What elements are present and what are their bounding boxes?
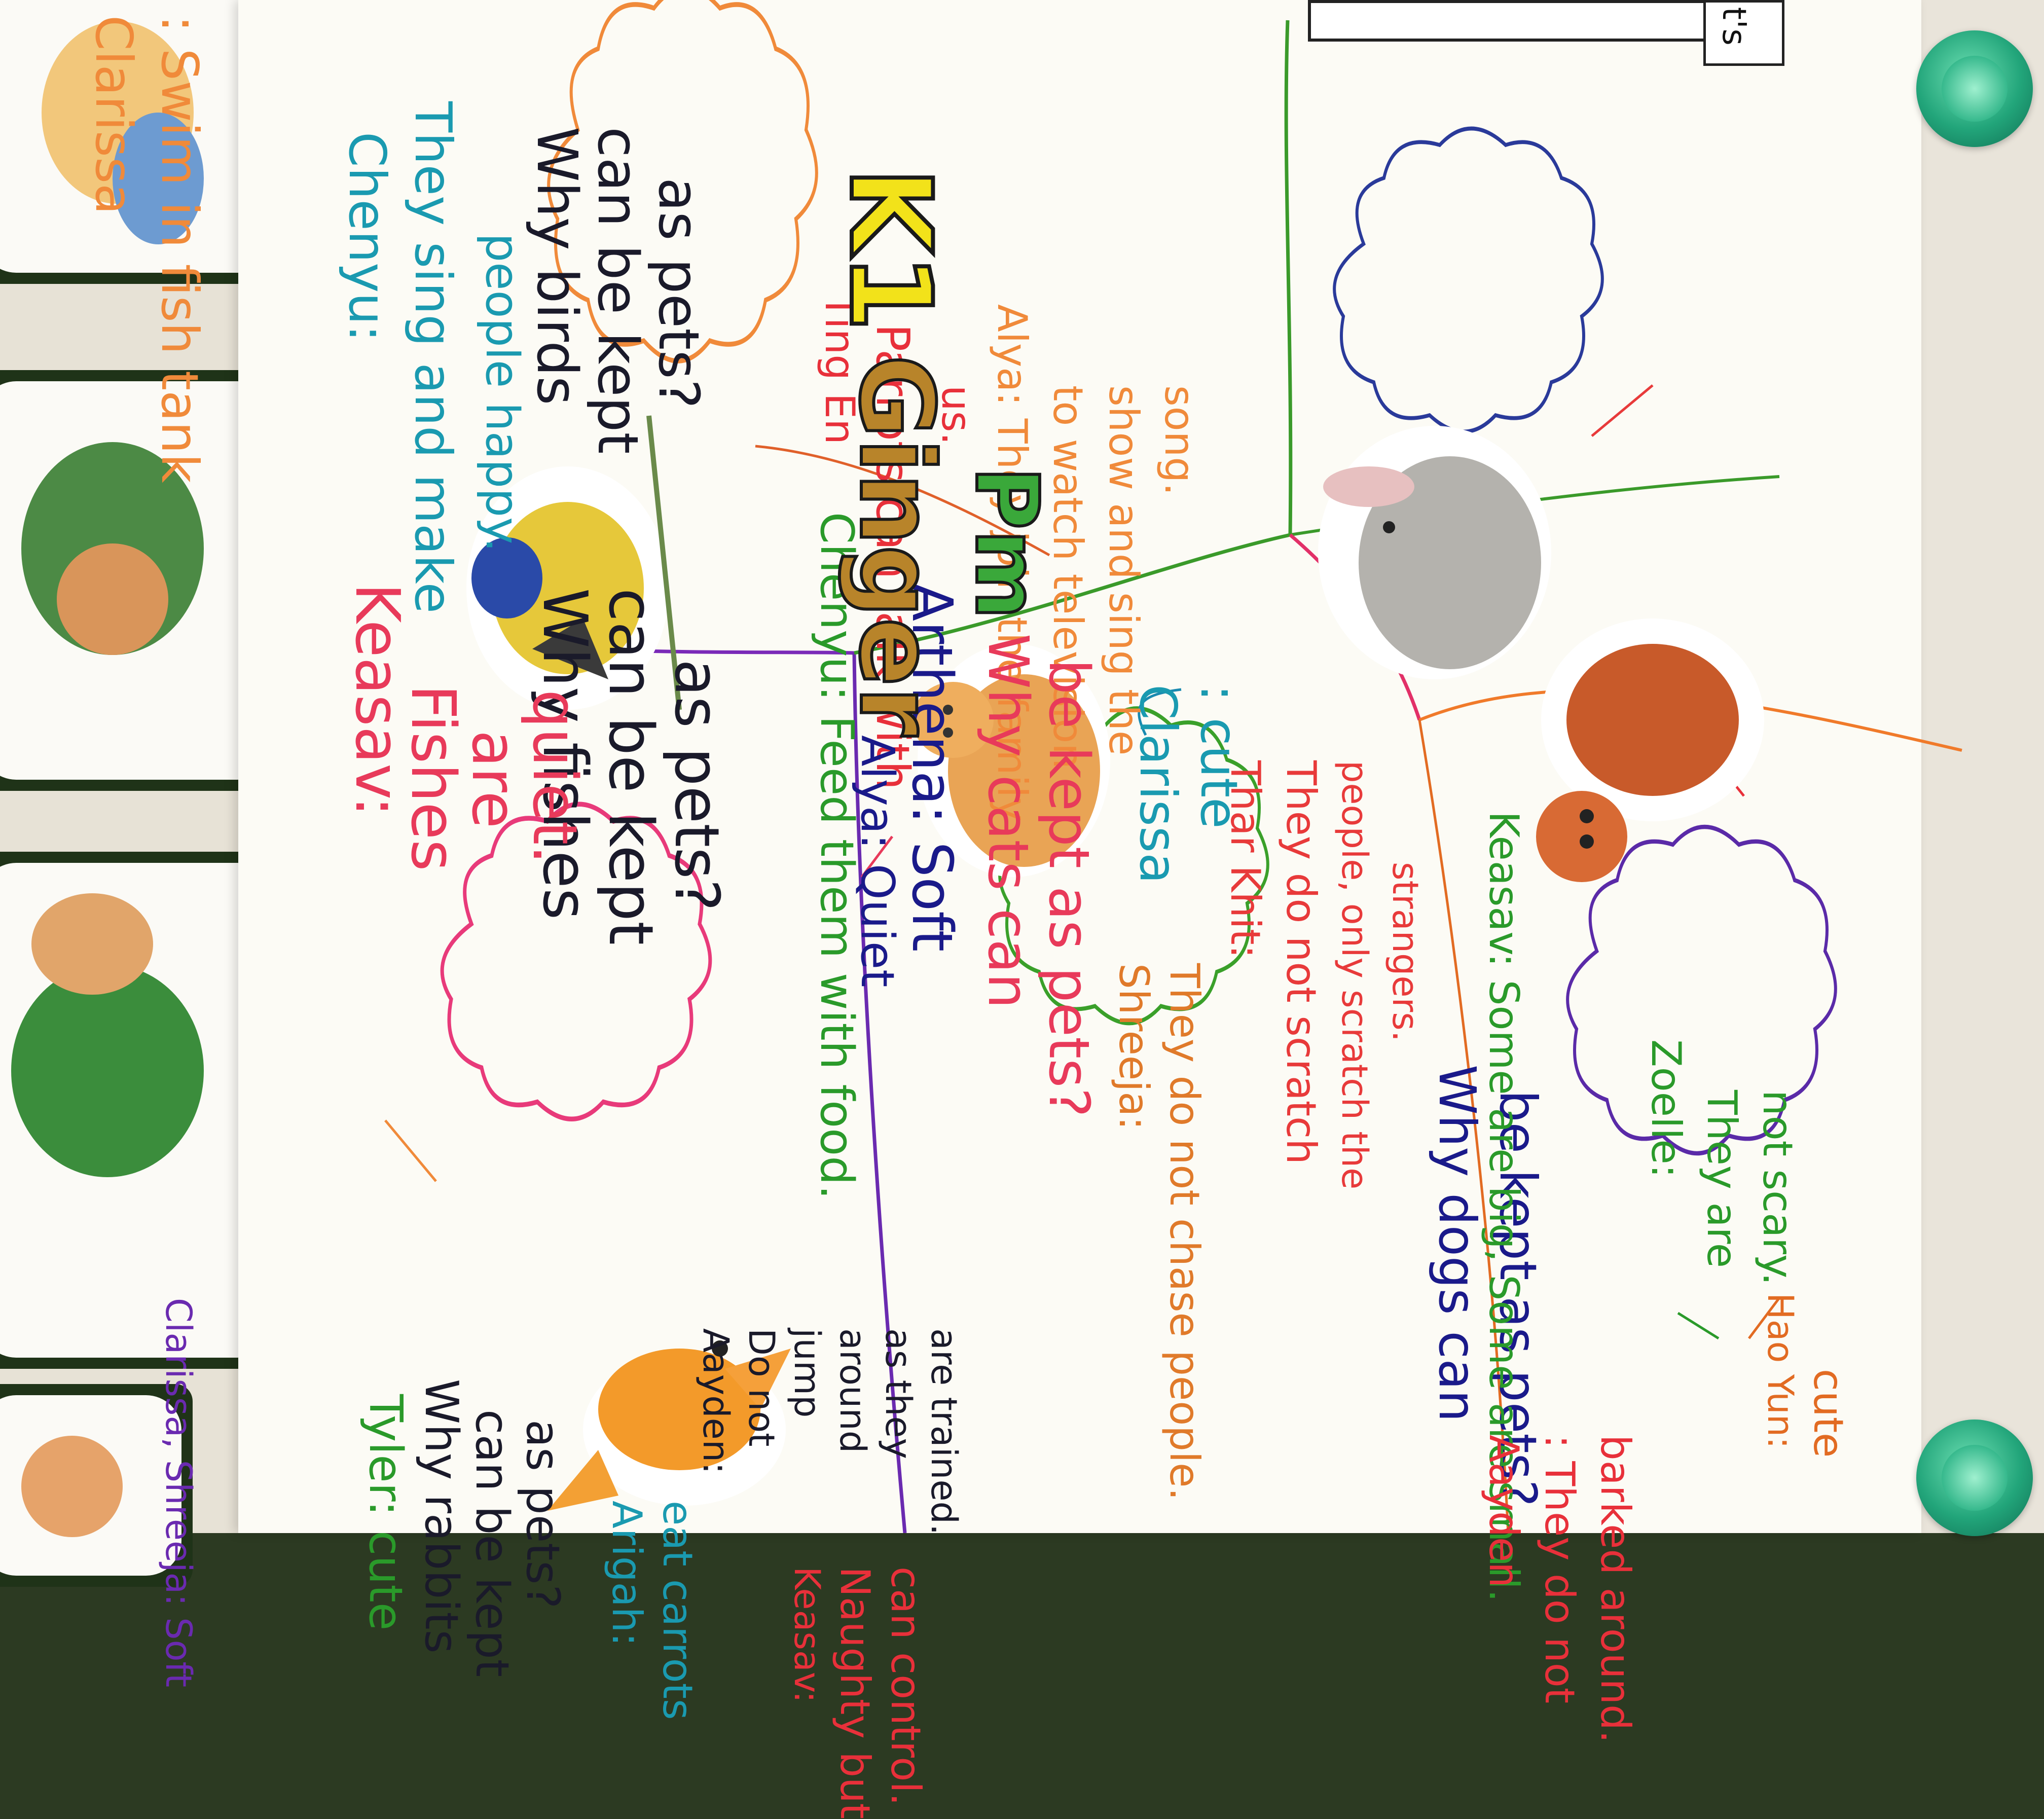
green-pushpin: [1916, 30, 2033, 147]
bird-sticker-image: [466, 415, 682, 710]
rabbit-sticker-image: [1318, 426, 1551, 679]
cat-sticker-image: [912, 644, 1110, 877]
fish-sticker-image: [548, 1340, 791, 1511]
rabbits-arigah-line2: eat carrots: [654, 1501, 701, 1720]
rabbits-keasav-line3: can control.: [882, 1567, 929, 1806]
rabbits-keasav-line1: Keasav:: [786, 1567, 828, 1703]
rabbits-keasav-line2: Naughty but: [831, 1567, 879, 1819]
keasav-fish-arrow: [861, 835, 893, 878]
fish-question-cloud: [440, 802, 712, 1121]
divider-purple-vertical: [852, 652, 907, 1533]
birds-question-cloud: [547, 0, 818, 363]
divider-green-mid: [854, 533, 1291, 655]
photo-scene: t's Why fishes can be kept as pets? Clar…: [0, 0, 2044, 1819]
keasav-dog-arrow: [1677, 1312, 1720, 1340]
hao-yun-arrow: [1748, 1297, 1780, 1339]
dogs-question-cloud: [1566, 824, 1837, 1156]
green-pushpin: [1916, 1420, 2033, 1536]
rabbits-question-cloud: [1333, 126, 1604, 434]
fish-arrow: [384, 1119, 437, 1182]
rabbit-arrow: [1591, 384, 1654, 437]
bird-arrow-curve: [755, 445, 1050, 557]
divider-green-right: [1284, 20, 1293, 535]
poster-drawing: [384, 0, 1962, 1533]
divider-orange-left: [1418, 719, 1510, 1533]
cat-arrow-curve: [1138, 688, 1182, 736]
